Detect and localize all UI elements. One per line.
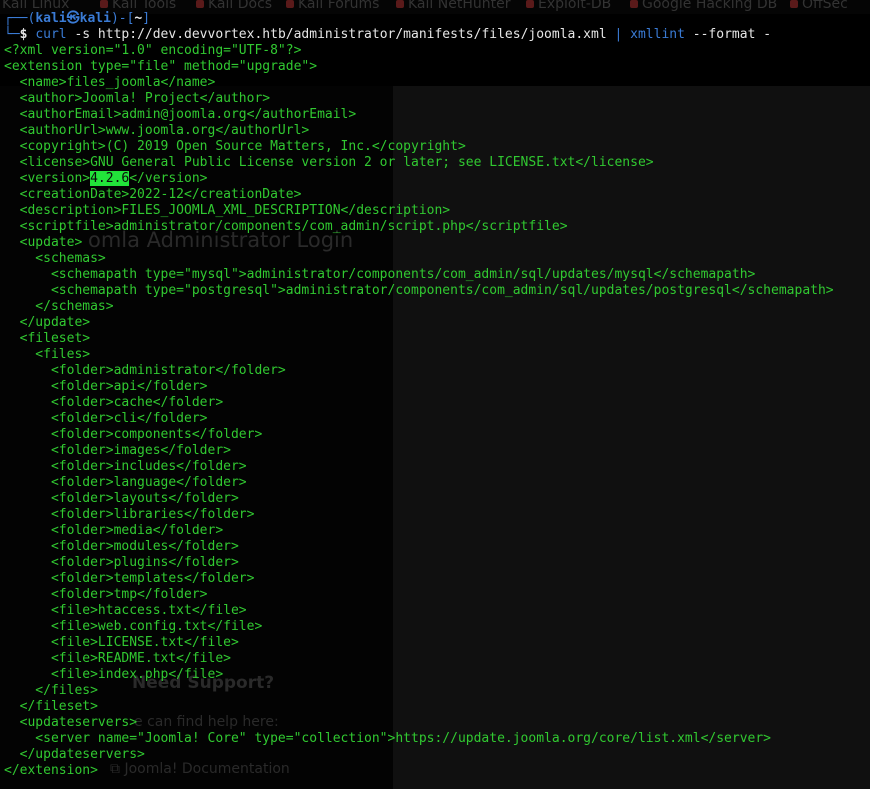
xml-output-line: <file>htaccess.txt</file> <box>4 603 247 618</box>
xml-output-line: <file>README.txt</file> <box>4 651 231 666</box>
xml-output-line: <folder>includes</folder> <box>4 459 247 474</box>
xml-output-line: </updateservers> <box>4 747 145 762</box>
xml-output-line: <fileset> <box>4 331 91 346</box>
xml-output-line: <authorEmail>admin@joomla.org</authorEma… <box>4 107 357 122</box>
xml-output-line: <folder>images</folder> <box>4 443 231 458</box>
xmllint-command: xmllint <box>622 27 685 42</box>
command-name: curl <box>35 27 67 42</box>
version-line: <version>4.2.6</version> <box>4 171 208 186</box>
xml-output-line: <folder>layouts</folder> <box>4 491 239 506</box>
xml-output-line: <folder>administrator</folder> <box>4 363 286 378</box>
command-line: └─$ curl -s http://dev.devvortex.htb/adm… <box>4 27 772 42</box>
xml-output-line: <server name="Joomla! Core" type="collec… <box>4 731 772 746</box>
xml-output-line: </schemas> <box>4 299 114 314</box>
xml-output-line: <creationDate>2022-12</creationDate> <box>4 187 302 202</box>
xml-output-line: <schemapath type="mysql">administrator/c… <box>4 267 756 282</box>
xml-output-line: <folder>cache</folder> <box>4 395 224 410</box>
xml-output-line: <updateservers> <box>4 715 138 730</box>
xml-output-line: <license>GNU General Public License vers… <box>4 155 654 170</box>
xml-output-line: </fileset> <box>4 699 98 714</box>
xml-output-line: <name>files_joomla</name> <box>4 75 216 90</box>
xml-output-line: <folder>tmp</folder> <box>4 587 208 602</box>
prompt-user: kali㉿kali <box>35 11 111 26</box>
xml-output-line: <schemas> <box>4 251 106 266</box>
xml-output-line: <description>FILES_JOOMLA_XML_DESCRIPTIO… <box>4 203 451 218</box>
xmllint-arguments: --format - <box>684 27 772 42</box>
prompt-symbol: $ <box>19 27 28 42</box>
xml-output-line: <folder>modules</folder> <box>4 539 239 554</box>
xml-output-line: <extension type="file" method="upgrade"> <box>4 59 318 74</box>
terminal-window[interactable]: ┌──(kali㉿kali)-[~] └─$ curl -s http://de… <box>0 0 870 789</box>
xml-output-line: <folder>plugins</folder> <box>4 555 239 570</box>
version-highlight: 4.2.6 <box>90 171 130 186</box>
xml-output-line: <file>index.php</file> <box>4 667 224 682</box>
command-arguments: -s http://dev.devvortex.htb/administrato… <box>66 27 615 42</box>
xml-output-line: </files> <box>4 683 98 698</box>
prompt-line: ┌──(kali㉿kali)-[~] <box>4 11 151 26</box>
xml-output-line: </extension> <box>4 763 98 778</box>
xml-output-line: <folder>components</folder> <box>4 427 263 442</box>
xml-output-line: <files> <box>4 347 91 362</box>
xml-output-line: <author>Joomla! Project</author> <box>4 91 271 106</box>
xml-output-line: <?xml version="1.0" encoding="UTF-8"?> <box>4 43 302 58</box>
xml-output-line: <folder>templates</folder> <box>4 571 255 586</box>
xml-output-line: <folder>cli</folder> <box>4 411 208 426</box>
xml-output-line: <folder>api</folder> <box>4 379 208 394</box>
xml-output-line: <folder>libraries</folder> <box>4 507 255 522</box>
xml-output-line: <schemapath type="postgresql">administra… <box>4 283 834 298</box>
xml-output-line: <scriptfile>administrator/components/com… <box>4 219 568 234</box>
xml-output-line: <file>web.config.txt</file> <box>4 619 263 634</box>
xml-output-line: <authorUrl>www.joomla.org</authorUrl> <box>4 123 310 138</box>
xml-output-line: <file>LICENSE.txt</file> <box>4 635 239 650</box>
xml-output-line: <folder>media</folder> <box>4 523 224 538</box>
xml-output-line: </update> <box>4 315 91 330</box>
xml-output-line: <folder>language</folder> <box>4 475 247 490</box>
xml-output-line: <copyright>(C) 2019 Open Source Matters,… <box>4 139 466 154</box>
xml-output-line: <update> <box>4 235 83 250</box>
